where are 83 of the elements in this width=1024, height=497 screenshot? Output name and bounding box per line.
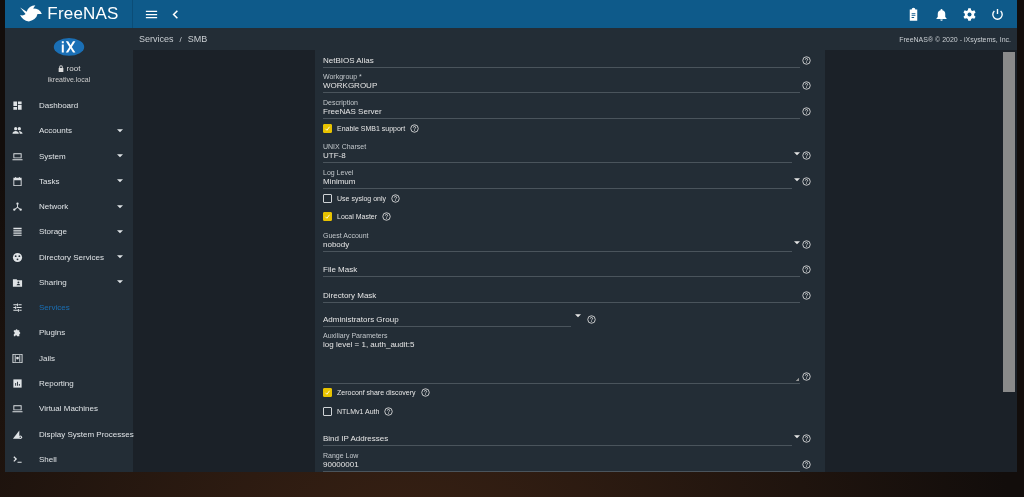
help-icon[interactable] [382,212,392,222]
input-field[interactable]: NetBIOS Alias [323,55,800,68]
puzzle-icon [12,327,23,339]
checkbox[interactable] [323,212,332,222]
check-icon [324,213,331,221]
lock-icon [57,64,64,72]
resize-handle-icon[interactable] [796,377,799,381]
breadcrumb-item: SMB [187,34,208,44]
caret-down-icon[interactable] [575,314,581,319]
help-icon[interactable] [410,123,420,133]
laptop-icon [12,150,23,162]
select-field[interactable]: Administrators Group [323,315,571,328]
help-icon[interactable] [420,388,430,398]
jail-icon [12,352,23,364]
checkbox[interactable] [323,388,332,398]
help-icon[interactable] [802,81,811,91]
brand-name: FreeNAS [47,4,119,24]
laptop-icon [12,403,23,415]
help-icon[interactable] [802,459,811,469]
checkbox[interactable] [323,406,332,416]
circle-dots-icon [12,251,23,263]
settings-button[interactable] [961,5,977,23]
username: root [66,63,81,73]
sidebar-item[interactable]: Sharing [5,269,133,296]
people-icon [12,125,23,137]
folder-person-icon [12,276,23,288]
network-icon [12,201,23,213]
input-field[interactable]: Directory Mask [323,291,800,304]
field-value: Minimum [323,177,357,188]
checkbox[interactable] [323,123,332,133]
sidebar-item[interactable]: Tasks [5,168,133,194]
calendar-icon [12,175,23,187]
sidebar-item[interactable]: Shell [5,446,133,472]
scrollbar-thumb[interactable] [1003,52,1015,392]
field-value: UTF-8 [323,151,347,162]
caret-down-icon[interactable] [794,178,800,183]
field-value: FreeNAS Server [323,107,383,118]
help-icon[interactable] [802,434,811,444]
check-icon [324,124,331,132]
check-icon [324,389,331,397]
sidebar-item[interactable]: Display System Processes [5,421,133,447]
select-field[interactable]: Bind IP Addresses [323,434,792,447]
sidebar-item[interactable]: Storage [5,219,133,245]
help-icon[interactable] [802,371,811,381]
list-icon [12,226,23,238]
sidebar-item[interactable]: Plugins [5,320,133,346]
field-value: log level = 1, auth_audit:5 [323,339,416,350]
caret-down-icon[interactable] [794,435,800,440]
breadcrumb-item[interactable]: Services [139,34,174,44]
help-icon[interactable] [802,265,811,275]
sidebar-item[interactable]: Dashboard [5,92,133,119]
sidebar-item[interactable]: Accounts [5,118,133,144]
caret-down-icon[interactable] [794,152,800,157]
help-icon[interactable] [802,55,811,65]
help-icon[interactable] [802,151,811,161]
help-icon[interactable] [802,177,811,187]
sliders-icon [12,302,23,314]
help-icon[interactable] [391,193,401,203]
help-icon[interactable] [802,239,811,249]
triangle-gear-icon [12,428,23,440]
field-value: WORKGROUP [323,81,379,92]
ix-logo-icon [53,36,85,58]
settings-icon [961,6,977,22]
sidebar-item[interactable]: Virtual Machines [5,396,133,422]
field-value: 90000001 [323,459,360,470]
sidebar-item[interactable]: Network [5,193,133,220]
sidebar-item[interactable]: Directory Services [5,244,133,270]
help-icon[interactable] [802,291,811,301]
help-icon[interactable] [587,315,596,325]
field-value: nobody [323,239,351,250]
sidebar-item[interactable]: Reporting [5,370,133,397]
caret-down-icon[interactable] [794,240,800,245]
sidebar-item[interactable]: System [5,143,133,169]
help-icon[interactable] [384,406,394,416]
dashboard-icon [12,99,23,111]
terminal-icon [12,453,23,465]
power-icon [989,6,1005,22]
input-field[interactable]: File Mask [323,265,800,278]
sidebar-item[interactable]: Jails [5,345,133,371]
help-icon[interactable] [802,107,811,117]
checkbox[interactable] [323,193,332,203]
bar-chart-icon [12,378,23,390]
breadcrumb-separator: / [179,34,182,44]
